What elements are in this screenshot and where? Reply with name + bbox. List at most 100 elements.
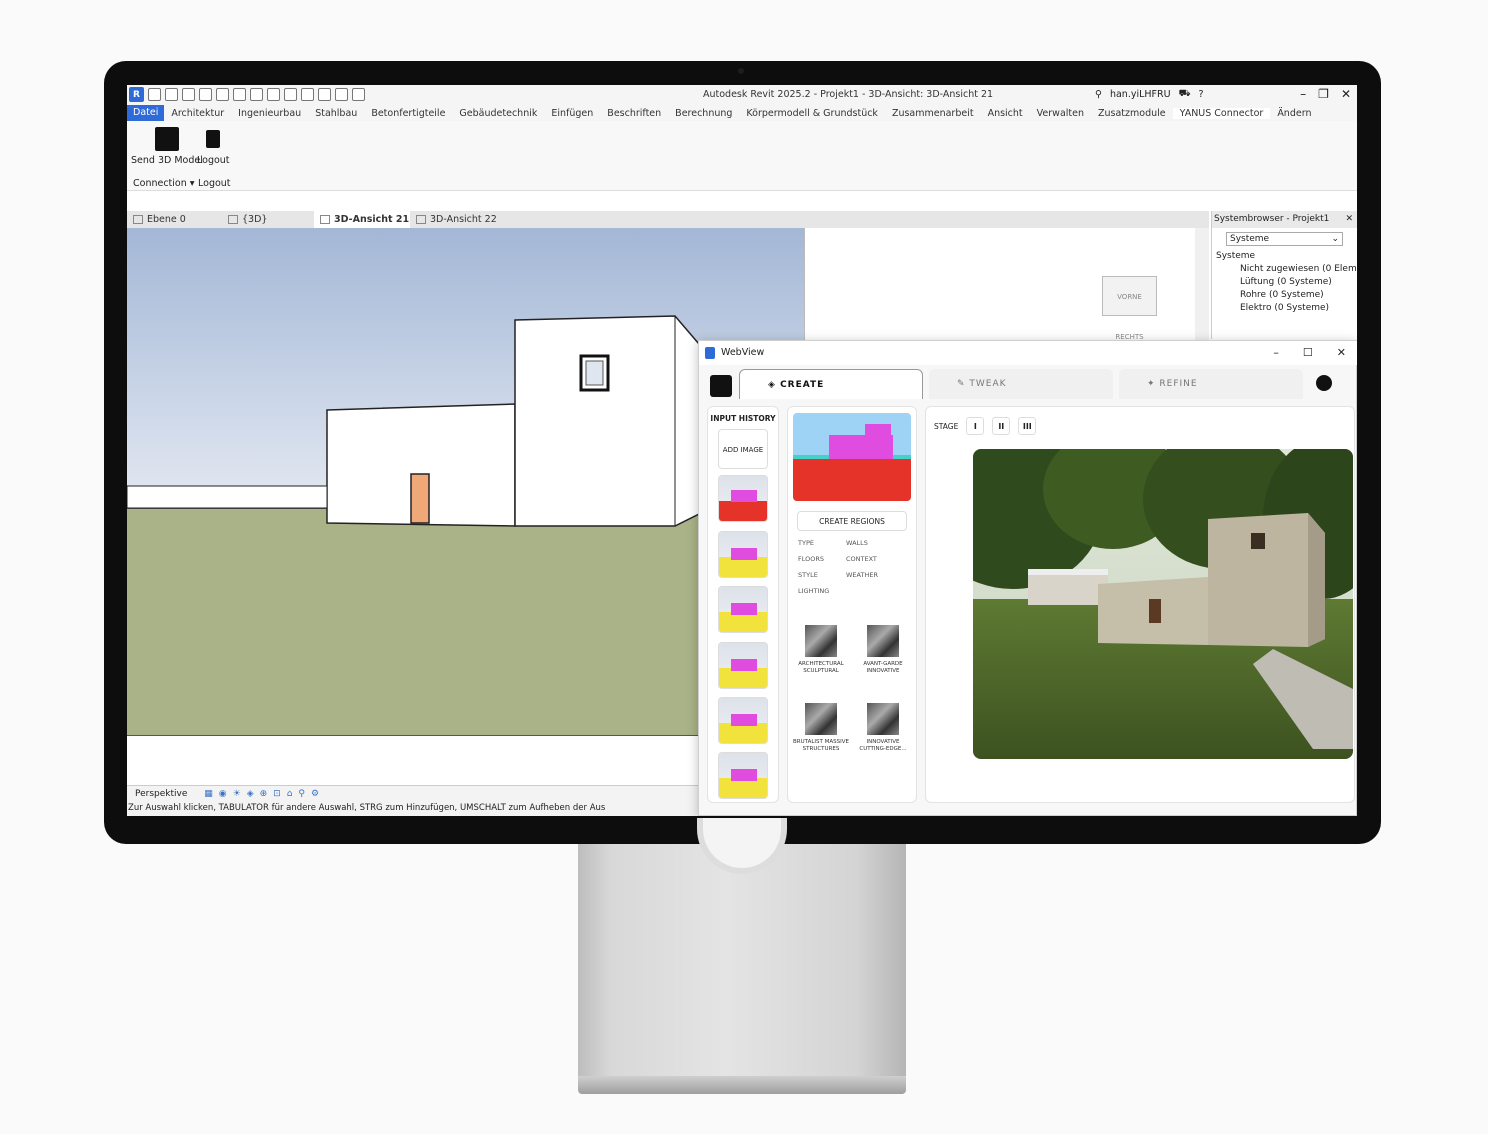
measure-icon[interactable] [267, 88, 280, 101]
menu-aendern[interactable]: Ändern [1270, 108, 1318, 119]
tab-3d-ansicht-21[interactable]: 3D-Ansicht 21 ✕ [314, 211, 410, 242]
history-thumbnail[interactable] [718, 586, 768, 633]
history-thumbnail[interactable] [718, 475, 768, 522]
tab-3d-ansicht-21-label: 3D-Ansicht 21 [334, 214, 410, 225]
selected-input-image[interactable] [793, 413, 911, 501]
tab-3d-ansicht-22-label: 3D-Ansicht 22 [430, 214, 497, 225]
close-icon[interactable]: ✕ [1337, 341, 1346, 365]
close-icon[interactable]: ✕ [1345, 211, 1353, 228]
vertical-scrollbar[interactable] [1195, 228, 1209, 358]
menu-yanus-connector[interactable]: YANUS Connector [1172, 107, 1271, 119]
tree-root[interactable]: Systeme [1212, 250, 1357, 263]
menu-stahlbau[interactable]: Stahlbau [308, 108, 364, 119]
tab-tweak[interactable]: ✎ TWEAK [929, 369, 1113, 399]
send-3d-model-button[interactable]: Send 3D Model [131, 127, 203, 166]
tree-item[interactable]: Elektro (0 Systeme) [1212, 302, 1357, 315]
yanus-logo-icon[interactable] [710, 375, 732, 397]
menu-ingenieurbau[interactable]: Ingenieurbau [231, 108, 308, 119]
system-select[interactable]: Systeme ⌄ [1226, 232, 1343, 246]
history-thumbnail[interactable] [718, 752, 768, 799]
view-mode[interactable]: Perspektive [135, 789, 187, 799]
menu-koerpermodell[interactable]: Körpermodell & Grundstück [739, 108, 885, 119]
maximize-icon[interactable]: ☐ [1303, 341, 1313, 365]
style-card[interactable]: ARCHITECTURAL SCULPTURAL [792, 625, 850, 675]
option-floors[interactable]: FLOORS [798, 555, 824, 563]
history-thumbnail[interactable] [718, 531, 768, 578]
undo-icon[interactable] [216, 88, 229, 101]
group-connection[interactable]: Connection ▾ [133, 178, 195, 189]
close-icon[interactable]: ✕ [1341, 87, 1351, 101]
menu-gebaeudetechnik[interactable]: Gebäudetechnik [452, 108, 544, 119]
style-card[interactable]: INNOVATIVE CUTTING-EDGE... [854, 703, 912, 753]
style-card[interactable]: BRUTALIST MASSIVE STRUCTURES [792, 703, 850, 753]
open-icon[interactable] [165, 88, 178, 101]
help-icon[interactable]: ? [1199, 89, 1204, 100]
section-icon[interactable] [335, 88, 348, 101]
menu-architektur[interactable]: Architektur [164, 108, 231, 119]
history-thumbnail[interactable] [718, 697, 768, 744]
system-select-value: Systeme [1230, 234, 1270, 244]
option-weather[interactable]: WEATHER [846, 571, 878, 579]
option-context[interactable]: CONTEXT [846, 555, 877, 563]
menu-berechnung[interactable]: Berechnung [668, 108, 739, 119]
3d-view-icon[interactable] [318, 88, 331, 101]
tree-item[interactable]: Nicht zugewiesen (0 Eleme... [1212, 263, 1357, 276]
menu-beschriften[interactable]: Beschriften [600, 108, 668, 119]
binoculars-icon[interactable]: ⚲ [1095, 89, 1102, 100]
tab-refine[interactable]: ✦ REFINE [1119, 369, 1303, 399]
user-icon[interactable] [1316, 375, 1332, 391]
style-line1: BRUTALIST MASSIVE [793, 739, 849, 745]
user-name[interactable]: han.yiLHFRU [1110, 89, 1171, 100]
stage-1-button[interactable]: I [966, 417, 985, 435]
webview-title: WebView [721, 347, 765, 358]
webview-app-icon [705, 347, 715, 359]
add-image-button[interactable]: ADD IMAGE [718, 429, 768, 469]
input-history-title: INPUT HISTORY [710, 414, 776, 423]
viewcube[interactable]: VORNE RECHTS [1102, 276, 1157, 341]
window-controls: – ❐ ✕ [1300, 87, 1351, 101]
tree-item[interactable]: Rohre (0 Systeme) [1212, 289, 1357, 302]
menu-zusammenarbeit[interactable]: Zusammenarbeit [885, 108, 981, 119]
plan-icon [133, 215, 143, 224]
option-walls[interactable]: WALLS [846, 539, 868, 547]
dimension-icon[interactable] [284, 88, 297, 101]
tab-3d-ansicht-22[interactable]: 3D-Ansicht 22 [410, 211, 510, 228]
create-regions-button[interactable]: CREATE REGIONS [797, 511, 907, 531]
text-icon[interactable] [301, 88, 314, 101]
sync-icon[interactable] [199, 88, 212, 101]
minimize-icon[interactable]: – [1300, 87, 1306, 101]
stage-3-button[interactable]: III [1018, 417, 1037, 435]
tree-item[interactable]: Lüftung (0 Systeme) [1212, 276, 1357, 289]
send-3d-model-label: Send 3D Model [131, 155, 203, 166]
tab-create[interactable]: ◈ CREATE [739, 369, 923, 399]
revit-logo-icon[interactable]: R [129, 87, 144, 102]
restore-icon[interactable]: ❐ [1318, 87, 1329, 101]
history-thumbnail[interactable] [718, 642, 768, 689]
menu-ansicht[interactable]: Ansicht [981, 108, 1030, 119]
redo-icon[interactable] [233, 88, 246, 101]
cart-icon[interactable]: ⛟ [1179, 88, 1191, 100]
menu-datei[interactable]: Datei [127, 105, 165, 121]
menu-betonfertigteile[interactable]: Betonfertigteile [364, 108, 452, 119]
minimize-icon[interactable]: – [1273, 341, 1279, 365]
webview-tab-bar: ◈ CREATE ✎ TWEAK ✦ REFINE [699, 367, 1357, 401]
option-type[interactable]: TYPE [798, 539, 814, 547]
system-browser: Systembrowser - Projekt1 ✕ Systeme ⌄ Syste… [1211, 211, 1357, 339]
menu-verwalten[interactable]: Verwalten [1030, 108, 1091, 119]
option-style[interactable]: STYLE [798, 571, 818, 579]
view-controls-icons[interactable]: ▦◉☀◈⊕⊡⌂⚲⚙ [204, 789, 325, 799]
tab-ebene-0[interactable]: Ebene 0 [127, 211, 222, 228]
style-card[interactable]: AVANT-GARDE INNOVATIVE [854, 625, 912, 675]
tab-3d[interactable]: {3D} [222, 211, 314, 228]
home-icon[interactable] [148, 88, 161, 101]
option-lighting[interactable]: LIGHTING [798, 587, 829, 595]
logout-button[interactable]: Logout [197, 127, 230, 166]
rendered-image[interactable] [973, 449, 1353, 759]
stage-2-button[interactable]: II [992, 417, 1011, 435]
menu-zusatzmodule[interactable]: Zusatzmodule [1091, 108, 1173, 119]
menu-einfuegen[interactable]: Einfügen [544, 108, 600, 119]
save-icon[interactable] [182, 88, 195, 101]
print-icon[interactable] [250, 88, 263, 101]
viewcube-front[interactable]: VORNE [1117, 293, 1142, 301]
switch-windows-icon[interactable] [352, 88, 365, 101]
